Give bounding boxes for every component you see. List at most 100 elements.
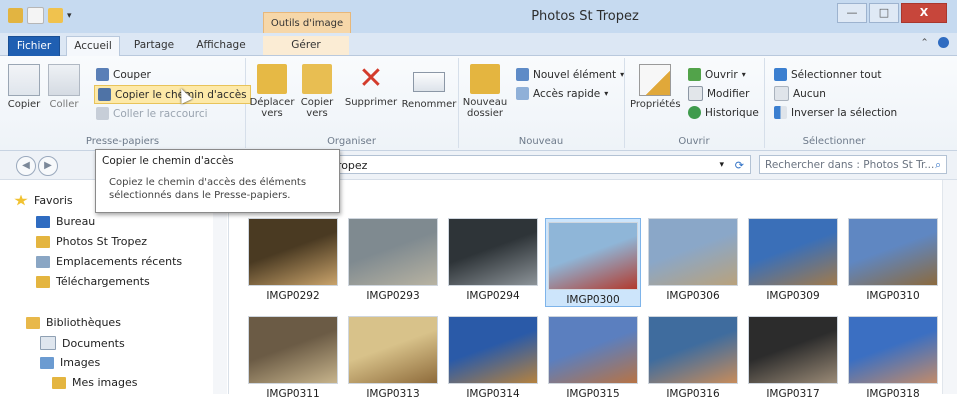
my-images-folder-icon (52, 376, 66, 389)
move-to-button[interactable]: Déplacer vers (249, 64, 295, 119)
group-label-organize: Organiser (327, 136, 376, 147)
group-label-new: Nouveau (518, 136, 564, 147)
file-name: IMGP0309 (766, 290, 820, 302)
open-icon (688, 68, 701, 81)
tab-home[interactable]: Accueil (66, 36, 120, 57)
ribbon-controls[interactable]: ⌃ (920, 37, 949, 49)
copy-to-button[interactable]: Copier vers (297, 64, 337, 119)
nav-my-images[interactable]: Mes images (52, 376, 137, 389)
desktop-icon (36, 215, 50, 228)
copy-icon (8, 64, 40, 96)
nav-photos-st-tropez[interactable]: Photos St Tropez (36, 235, 147, 248)
file-thumbnail[interactable]: IMGP0313 (345, 316, 441, 400)
select-all-button[interactable]: Sélectionner tout (774, 66, 881, 83)
tab-manage[interactable]: Gérer (263, 36, 349, 55)
photo-preview (648, 218, 738, 286)
file-view-scrollbar[interactable] (942, 180, 957, 394)
photo-preview (548, 222, 638, 290)
file-name: IMGP0315 (566, 388, 620, 400)
help-icon[interactable] (938, 37, 949, 48)
photo-preview (848, 316, 938, 384)
nav-images[interactable]: Images (40, 356, 100, 369)
maximize-button[interactable]: □ (869, 3, 899, 23)
customize-toolbar-icon[interactable]: ▾ (67, 11, 72, 21)
refresh-icon[interactable]: ⟳ (735, 156, 744, 175)
photo-preview (448, 316, 538, 384)
file-thumbnail[interactable]: IMGP0309 (745, 218, 841, 302)
file-thumbnail[interactable]: IMGP0316 (645, 316, 741, 400)
context-tab-header: Outils d'image (263, 12, 351, 35)
dropdown-arrow-icon: ▾ (741, 70, 746, 79)
file-thumbnail[interactable]: IMGP0294 (445, 218, 541, 302)
tab-file[interactable]: Fichier (8, 36, 60, 57)
file-thumbnail[interactable]: IMGP0315 (545, 316, 641, 400)
file-name: IMGP0318 (866, 388, 920, 400)
file-thumbnail[interactable]: IMGP0293 (345, 218, 441, 302)
nav-recent-places[interactable]: Emplacements récents (36, 255, 182, 268)
select-none-button[interactable]: Aucun (774, 85, 826, 102)
properties-button[interactable]: Propriétés (630, 64, 681, 110)
new-folder-icon[interactable] (48, 8, 63, 23)
select-none-icon (774, 86, 789, 101)
file-name: IMGP0292 (266, 290, 320, 302)
file-thumbnail[interactable]: IMGP0306 (645, 218, 741, 302)
new-folder-button[interactable]: Nouveau dossier (462, 64, 508, 119)
group-label-clipboard: Presse-papiers (85, 136, 160, 147)
tooltip-title: Copier le chemin d'accès (102, 155, 234, 167)
file-name: IMGP0294 (466, 290, 520, 302)
file-name: IMGP0300 (566, 294, 620, 306)
invert-selection-button[interactable]: Inverser la sélection (774, 104, 897, 121)
tab-view[interactable]: Affichage (190, 36, 252, 55)
new-item-icon (516, 68, 529, 81)
file-thumbnail[interactable]: IMGP0314 (445, 316, 541, 400)
close-button[interactable]: X (901, 3, 947, 23)
minimize-button[interactable]: — (837, 3, 867, 23)
history-icon (688, 106, 701, 119)
new-group: Nouveau dossier Nouvel élément ▾ Accès r… (458, 58, 625, 148)
rename-button[interactable]: Renommer (401, 64, 457, 110)
address-field[interactable]: t Tropez ▾ ⟳ (321, 155, 751, 174)
file-thumbnail[interactable]: IMGP0318 (845, 316, 941, 400)
back-button[interactable]: ◀ (16, 156, 36, 176)
file-thumbnail[interactable]: IMGP0292 (245, 218, 341, 302)
tab-share[interactable]: Partage (126, 36, 182, 55)
search-placeholder: Rechercher dans : Photos St Tr... (765, 159, 935, 171)
paste-shortcut-button[interactable]: Coller le raccourci (96, 105, 208, 122)
photo-preview (848, 218, 938, 286)
cut-button[interactable]: Couper (96, 66, 151, 83)
file-thumbnail[interactable]: IMGP0311 (245, 316, 341, 400)
nav-favorites[interactable]: Favoris (14, 194, 73, 207)
properties-icon[interactable] (27, 7, 44, 24)
nav-desktop[interactable]: Bureau (36, 215, 95, 228)
invert-selection-icon (774, 106, 787, 119)
recent-places-icon (36, 255, 50, 268)
nav-downloads[interactable]: Téléchargements (36, 275, 150, 288)
photo-preview (648, 316, 738, 384)
file-thumbnail[interactable]: IMGP0310 (845, 218, 941, 302)
downloads-folder-icon (36, 275, 50, 288)
forward-button[interactable]: ▶ (38, 156, 58, 176)
new-item-button[interactable]: Nouvel élément ▾ (516, 66, 624, 83)
nav-libraries[interactable]: Bibliothèques (26, 316, 121, 329)
copy-path-button[interactable]: Copier le chemin d'accès (94, 85, 251, 104)
file-name: IMGP0306 (666, 290, 720, 302)
file-thumbnail[interactable]: IMGP0317 (745, 316, 841, 400)
copy-button[interactable]: Copier (6, 64, 42, 110)
edit-button[interactable]: Modifier (688, 85, 749, 102)
file-thumbnail[interactable]: IMGP0300 (545, 218, 641, 307)
paste-button[interactable]: Coller (46, 64, 82, 110)
open-button[interactable]: Ouvrir ▾ (688, 66, 746, 83)
move-to-icon (257, 64, 287, 94)
folder-icon (36, 235, 50, 248)
star-icon (14, 194, 28, 206)
address-dropdown-icon[interactable]: ▾ (719, 156, 724, 175)
history-button[interactable]: Historique (688, 104, 759, 121)
search-icon: ⌕ (935, 159, 941, 171)
collapse-ribbon-icon[interactable]: ⌃ (920, 38, 928, 49)
quick-access-toolbar: ▾ (8, 7, 72, 24)
delete-button[interactable]: ✕ Supprimer (343, 64, 399, 109)
title-bar: ▾ Outils d'image Photos St Tropez — □ X (0, 0, 957, 35)
search-input[interactable]: Rechercher dans : Photos St Tr... ⌕ (759, 155, 947, 174)
nav-documents[interactable]: Documents (40, 336, 125, 350)
easy-access-button[interactable]: Accès rapide ▾ (516, 85, 608, 102)
